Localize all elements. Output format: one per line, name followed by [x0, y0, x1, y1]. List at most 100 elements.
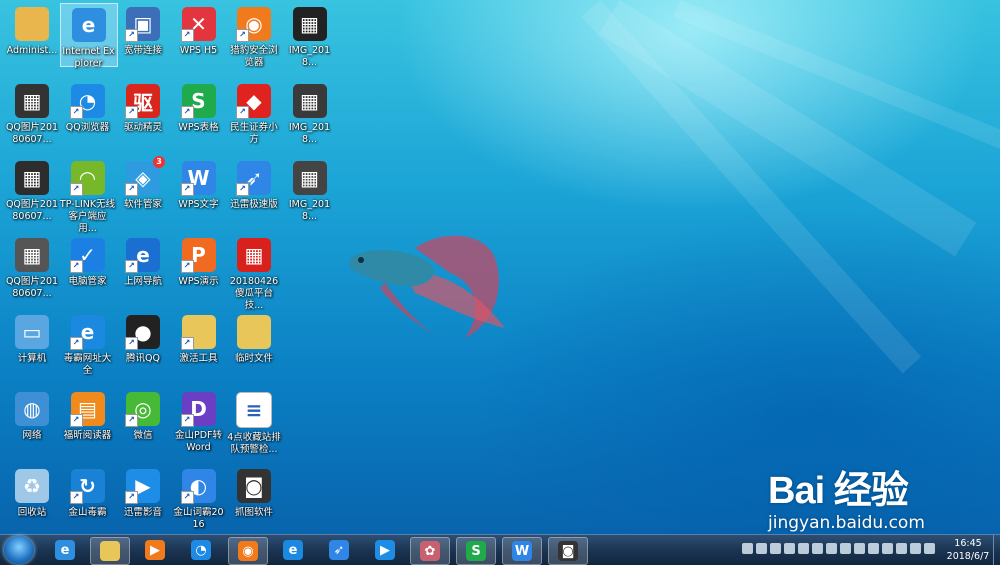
folder-user-icon	[15, 7, 49, 41]
desktop-icon-computer[interactable]: ▭ 计算机	[4, 311, 60, 365]
taskbar-item-wps-w[interactable]: W	[502, 537, 542, 565]
desktop-icon-minsheng[interactable]: ◆ ↗ 民生证券小方	[226, 80, 282, 146]
desktop-icon-web-nav[interactable]: e ↗ 上网导航	[115, 234, 171, 288]
desktop-icon-wps-writer[interactable]: W ↗ WPS文字	[171, 157, 227, 211]
desktop-icon-wechat[interactable]: ◎ ↗ 微信	[115, 388, 171, 442]
taskbar-item-qq-browser[interactable]: ◔	[182, 537, 220, 563]
play-icon: ▶ ↗	[125, 469, 160, 504]
taskbar-item-browser-blue[interactable]: ▶	[366, 537, 404, 563]
dictionary-icon: ◐ ↗	[180, 469, 216, 504]
desktop-icon-xunlei-video[interactable]: ▶ ↗ 迅雷影音	[115, 465, 171, 519]
clock[interactable]: 16:45 2018/6/7	[942, 537, 994, 563]
desktop-icon-label: 4点收藏站排队预警检...	[227, 432, 281, 455]
wifi-icon: ◠ ↗	[69, 161, 105, 196]
desktop-icon-label: WPS表格	[178, 122, 219, 133]
desktop-icon-screenshot-tool[interactable]: ◙ 抓图软件	[226, 465, 282, 519]
desktop-icon-activate-tool[interactable]: ↗ 激活工具	[171, 311, 227, 365]
desktop-icon-label: 软件管家	[123, 199, 162, 210]
desktop-icon-img-2018-c[interactable]: ▦ IMG_2018...	[282, 157, 338, 223]
ie-icon: e	[71, 8, 106, 42]
desktop-icon-temp-files[interactable]: 临时文件	[226, 311, 282, 365]
taskbar-item-wps-s[interactable]: S	[456, 537, 496, 565]
desktop-icon-tplink[interactable]: ◠ ↗ TP-LINK无线客户端应用...	[60, 157, 116, 235]
minsheng-icon: ◆ ↗	[236, 84, 271, 119]
tray-icon[interactable]	[924, 543, 935, 554]
desktop-icon-driver-genius[interactable]: 驱 ↗ 驱动精灵	[115, 80, 171, 134]
desktop-icon-label: WPS演示	[178, 276, 219, 287]
desktop-icon-label: 宽带连接	[123, 45, 162, 56]
desktop-icon-doc-4dian[interactable]: ≡ 4点收藏站排队预警检...	[226, 388, 282, 456]
desktop-icon-qq-pic-3[interactable]: ▦ QQ图片20180607...	[4, 234, 60, 300]
tray-icon[interactable]	[868, 543, 879, 554]
desktop-icon-label: TP-LINK无线客户端应用...	[59, 199, 116, 234]
desktop-icon-broadband[interactable]: ▣ ↗ 宽带连接	[115, 3, 171, 57]
desktop-icon-wps-present[interactable]: P ↗ WPS演示	[171, 234, 227, 288]
tray-icon[interactable]	[742, 543, 753, 554]
start-button[interactable]	[4, 536, 34, 564]
tray-icon[interactable]	[812, 543, 823, 554]
tray-icon[interactable]	[826, 543, 837, 554]
wps-h5-icon: ✕ ↗	[180, 7, 216, 42]
desktop-icon-img-2018-b[interactable]: ▦ IMG_2018...	[282, 80, 338, 146]
desktop-icon-tencent-qq[interactable]: ● ↗ 腾讯QQ	[115, 311, 171, 365]
taskbar-item-xunlei[interactable]: ➶	[320, 537, 358, 563]
tray-icon[interactable]	[910, 543, 921, 554]
desktop-icon-recycle-bin[interactable]: ♻ 回收站	[4, 465, 60, 519]
desktop-icon-wps-h5[interactable]: ✕ ↗ WPS H5	[171, 3, 227, 57]
desktop-icon-label: 福昕阅读器	[63, 430, 112, 441]
qq-browser-icon: ◔	[191, 540, 211, 560]
desktop-icon-label: QQ图片20180607...	[5, 199, 59, 222]
taskbar-item-ie-2[interactable]: e	[274, 537, 312, 563]
tray-icon[interactable]	[770, 543, 781, 554]
desktop-icon-label: 猎豹安全浏览器	[230, 45, 278, 68]
wechat-icon: ◎ ↗	[125, 392, 160, 427]
cheetah-browser-icon: ◉ ↗	[236, 7, 271, 42]
desktop-icon-software-manager[interactable]: ◈ ↗ 3 软件管家	[115, 156, 171, 211]
taskbar-item-camera[interactable]: ◙	[548, 537, 588, 565]
taskbar-item-fish-app[interactable]: ✿	[410, 537, 450, 565]
desktop-icon-img-2018-a[interactable]: ▦ IMG_2018...	[282, 3, 338, 69]
desktop-icon-kingsoft-pdf[interactable]: D ↗ 金山PDF转Word	[171, 388, 227, 454]
tray-icon[interactable]	[854, 543, 865, 554]
desktop-icon-qq-pic-2[interactable]: ▦ QQ图片20180607...	[4, 157, 60, 223]
taskbar-item-media-player[interactable]: ▶	[136, 537, 174, 563]
taskbar-item-explorer[interactable]	[90, 537, 130, 565]
tray-icon[interactable]	[756, 543, 767, 554]
shortcut-arrow-icon: ↗	[69, 183, 83, 196]
ie-icon: e ↗	[69, 315, 105, 350]
desktop-icon-wps-sheet[interactable]: S ↗ WPS表格	[171, 80, 227, 134]
desktop-icon-network[interactable]: ◍ 网络	[4, 388, 60, 442]
desktop-icon-duba-nav[interactable]: e ↗ 毒霸网址大全	[60, 311, 116, 377]
tray-icon[interactable]	[882, 543, 893, 554]
desktop-icon-administrator[interactable]: Administ...	[4, 3, 60, 57]
recycle-bin-icon: ♻	[15, 469, 49, 503]
desktop[interactable]: Administ... e Internet Explorer ▣ ↗ 宽带连接 ✕ ↗ WPS…	[0, 0, 1000, 534]
taskbar-item-ie[interactable]: e	[46, 537, 84, 563]
shortcut-arrow-icon: ↗	[236, 29, 249, 42]
desktop-icon-xunlei-speed[interactable]: ➶ ↗ 迅雷极速版	[226, 157, 282, 211]
taskbar-item-cheetah[interactable]: ◉	[228, 537, 268, 565]
tray-icon[interactable]	[840, 543, 851, 554]
tray-icon[interactable]	[798, 543, 809, 554]
desktop-icon-kingsoft-av[interactable]: ↻ ↗ 金山毒霸	[60, 465, 116, 519]
desktop-icon-qq-browser[interactable]: ◔ ↗ QQ浏览器	[60, 80, 116, 134]
desktop-icon-pc-manager[interactable]: ✓ ↗ 电脑管家	[60, 234, 116, 288]
desktop-icon-label: IMG_2018...	[288, 199, 331, 222]
tray-icon[interactable]	[896, 543, 907, 554]
desktop-icon-foxit-reader[interactable]: ▤ ↗ 福昕阅读器	[60, 388, 116, 442]
desktop-icon-label: 民生证券小方	[230, 122, 278, 145]
kingsoft-av-icon: ↻ ↗	[69, 469, 105, 504]
desktop-icon-label: 回收站	[17, 507, 47, 518]
computer-icon: ▭	[15, 315, 49, 349]
desktop-icon-label: 网络	[22, 430, 42, 441]
show-desktop-button[interactable]	[993, 535, 1000, 565]
desktop-icon-kingsoft-dict[interactable]: ◐ ↗ 金山词霸2016	[171, 465, 227, 531]
wps-present-icon: P ↗	[180, 238, 216, 273]
desktop-icon-label: 迅雷极速版	[230, 199, 278, 210]
desktop-icon-cheetah-browser[interactable]: ◉ ↗ 猎豹安全浏览器	[226, 3, 282, 69]
tray-icon[interactable]	[784, 543, 795, 554]
desktop-icon-qq-pic-1[interactable]: ▦ QQ图片20180607...	[4, 80, 60, 146]
desktop-icon-internet-explorer[interactable]: e Internet Explorer	[59, 3, 118, 69]
desktop-icon-file-20180426[interactable]: ▦ 20180426傻瓜平台技...	[226, 234, 282, 312]
pdf-convert-icon: D ↗	[180, 392, 216, 427]
